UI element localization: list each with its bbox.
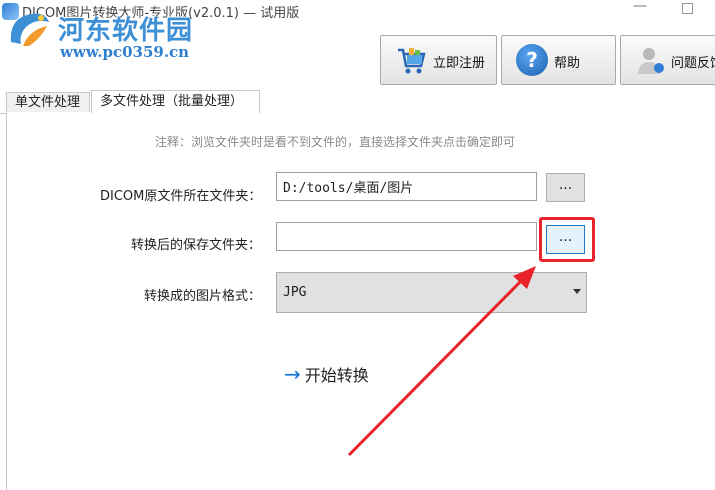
arrow-right-icon: → xyxy=(284,362,301,386)
question-icon: ? xyxy=(516,44,548,76)
source-browse-button[interactable]: ... xyxy=(546,173,585,202)
maximize-button[interactable] xyxy=(682,3,693,14)
tab-batch-files[interactable]: 多文件处理（批量处理） xyxy=(91,90,260,114)
help-button[interactable]: ? 帮助 xyxy=(501,35,616,85)
feedback-button[interactable]: 问题反馈 xyxy=(620,35,715,85)
format-value: JPG xyxy=(283,285,307,300)
save-folder-input[interactable] xyxy=(276,222,537,251)
start-convert-button[interactable]: → 开始转换 xyxy=(284,362,369,386)
register-label: 立即注册 xyxy=(433,56,486,71)
toolbar: 立即注册 ? 帮助 问题反馈 xyxy=(0,32,715,90)
source-folder-label: DICOM原文件所在文件夹： xyxy=(100,189,262,204)
chevron-down-icon xyxy=(573,289,581,294)
register-button[interactable]: 立即注册 xyxy=(380,35,497,85)
start-convert-label: 开始转换 xyxy=(304,366,369,385)
user-icon xyxy=(638,48,664,74)
feedback-label: 问题反馈 xyxy=(671,56,715,71)
help-label: 帮助 xyxy=(554,56,581,71)
cart-icon xyxy=(398,48,426,74)
format-label: 转换成的图片格式： xyxy=(143,289,261,304)
hint-note: 注释：浏览文件夹时是看不到文件的，直接选择文件夹点击确定即可 xyxy=(155,135,516,149)
tab-strip: 单文件处理 多文件处理（批量处理） xyxy=(0,90,715,114)
source-folder-input[interactable]: D:/tools/桌面/图片 xyxy=(276,172,537,201)
tab-single-file[interactable]: 单文件处理 xyxy=(6,92,90,112)
format-select[interactable]: JPG xyxy=(276,272,587,313)
highlight-box xyxy=(539,217,595,262)
save-folder-label: 转换后的保存文件夹： xyxy=(130,238,261,253)
minimize-button[interactable]: — xyxy=(632,0,648,14)
